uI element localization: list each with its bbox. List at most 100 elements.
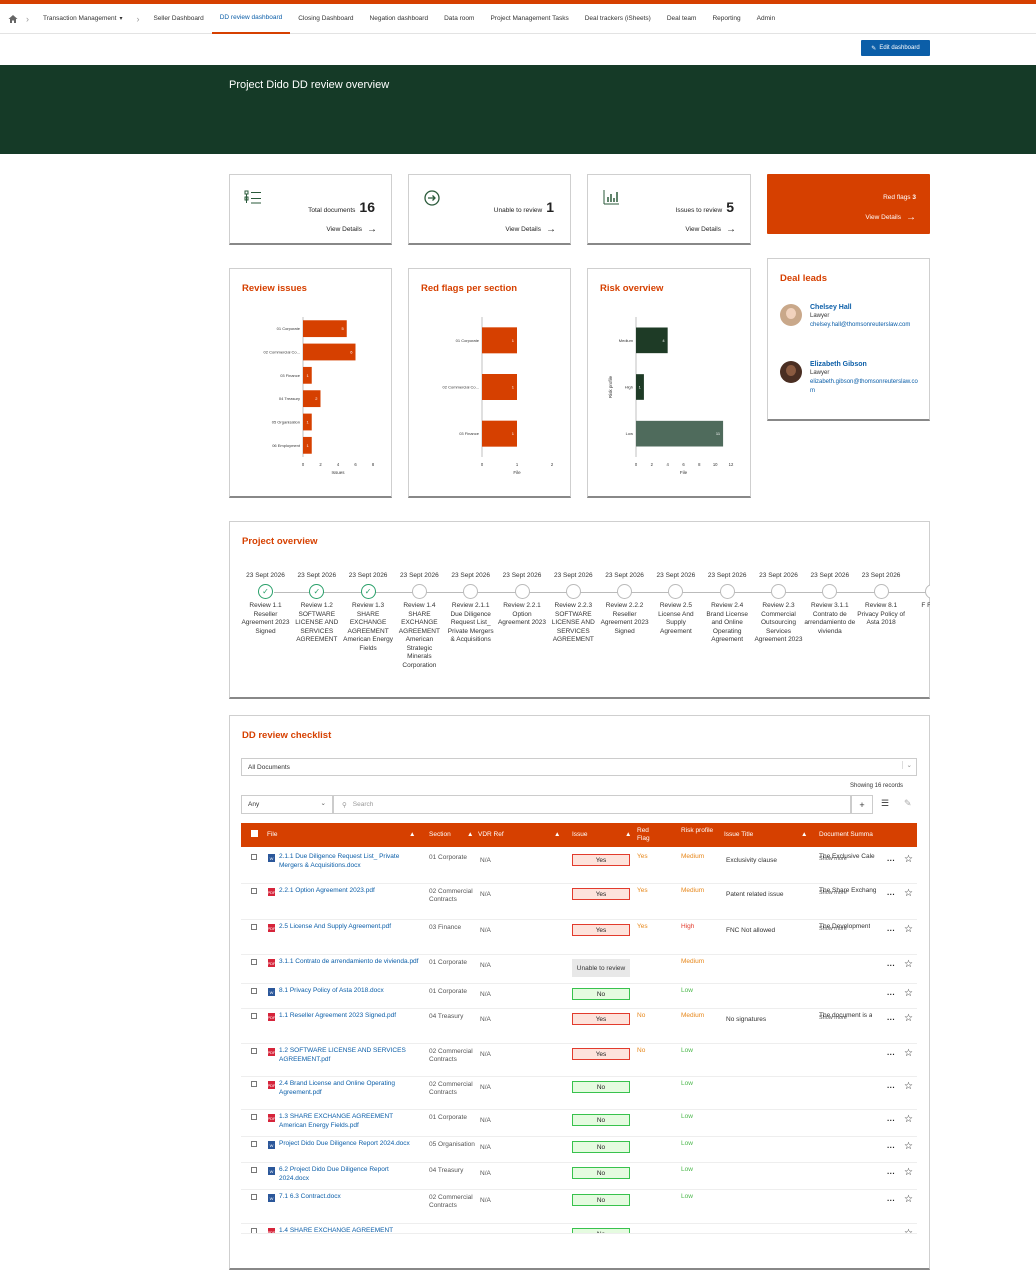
issue-badge[interactable]: Yes — [572, 1013, 630, 1025]
nav-closing-dashboard[interactable]: Closing Dashboard — [290, 4, 361, 34]
row-checkbox[interactable] — [251, 888, 257, 894]
row-checkbox[interactable] — [251, 959, 257, 965]
sort-icon[interactable]: ▲ — [801, 831, 807, 838]
view-details-link[interactable]: View Details → — [505, 224, 556, 235]
more-options-icon[interactable]: ··· — [887, 1143, 895, 1152]
timeline-item[interactable]: 23 Sept 2026 Review 2.1.1 Due Diligence … — [445, 572, 496, 645]
more-options-icon[interactable]: ··· — [887, 926, 895, 935]
row-checkbox[interactable] — [251, 1114, 257, 1120]
lead-email[interactable]: elizabeth.gibson@thomsonreuterslaw.com — [810, 378, 920, 396]
star-icon[interactable]: ☆ — [904, 1194, 913, 1205]
row-checkbox[interactable] — [251, 1013, 257, 1019]
col-red-flag[interactable]: Red Flag — [637, 827, 661, 843]
more-options-icon[interactable]: ··· — [887, 961, 895, 970]
issue-badge[interactable]: Yes — [572, 854, 630, 866]
file-link[interactable]: 1.3 SHARE EXCHANGE AGREEMENT American En… — [279, 1113, 419, 1130]
sort-icon[interactable]: ▲ — [625, 831, 631, 838]
add-button[interactable]: + — [851, 795, 873, 814]
col-file[interactable]: File — [267, 831, 277, 838]
edit-dashboard-button[interactable]: ✎ Edit dashboard — [861, 40, 930, 56]
issue-badge[interactable]: Yes — [572, 1048, 630, 1060]
select-all-checkbox[interactable] — [251, 830, 258, 837]
show-more-link[interactable]: Show more — [819, 856, 847, 862]
show-more-link[interactable]: Show more — [819, 1015, 847, 1021]
filter-list-icon[interactable]: ☰ — [881, 798, 889, 809]
file-link[interactable]: 1.4 SHARE EXCHANGE AGREEMENT — [279, 1227, 419, 1233]
col-document-summary[interactable]: Document Summa — [819, 831, 873, 838]
timeline-item[interactable]: 23 Sept 2026 Review 3.1.1 Contrato de ar… — [804, 572, 855, 636]
show-more-link[interactable]: Show more — [819, 890, 847, 896]
timeline-item[interactable]: 2 F F D F — [907, 572, 930, 611]
timeline-item[interactable]: 23 Sept 2026 ✓ Review 1.3 SHARE EXCHANGE… — [343, 572, 394, 653]
home-icon[interactable] — [6, 12, 20, 26]
sort-icon[interactable]: ▲ — [467, 831, 473, 838]
more-options-icon[interactable]: ··· — [887, 1050, 895, 1059]
row-checkbox[interactable] — [251, 988, 257, 994]
row-checkbox[interactable] — [251, 1228, 257, 1233]
star-icon[interactable]: ☆ — [904, 1048, 913, 1059]
col-section[interactable]: Section — [429, 831, 451, 838]
view-details-link[interactable]: View Details → — [865, 212, 916, 223]
search-input[interactable]: ⚲ Search — [333, 795, 851, 814]
file-link[interactable]: 2.2.1 Option Agreement 2023.pdf — [279, 887, 419, 896]
star-icon[interactable]: ☆ — [904, 988, 913, 999]
col-issue-title[interactable]: Issue Title — [724, 831, 753, 838]
nav-deal-trackers[interactable]: Deal trackers (iSheets) — [577, 4, 659, 34]
table-row[interactable]: PDF 2.5 License And Supply Agreement.pdf… — [241, 920, 917, 955]
table-row[interactable]: W 8.1 Privacy Policy of Asta 2018.docx 0… — [241, 984, 917, 1009]
star-icon[interactable]: ☆ — [904, 854, 913, 865]
file-link[interactable]: 2.5 License And Supply Agreement.pdf — [279, 923, 419, 932]
show-more-link[interactable]: Show more — [819, 926, 847, 932]
more-options-icon[interactable]: ··· — [887, 1169, 895, 1178]
star-icon[interactable]: ☆ — [904, 1081, 913, 1092]
table-row[interactable]: PDF 1.4 SHARE EXCHANGE AGREEMENT No ··· … — [241, 1224, 917, 1234]
timeline-item[interactable]: 23 Sept 2026 Review 2.2.2 Reseller Agree… — [599, 572, 650, 636]
timeline-item[interactable]: 23 Sept 2026 Review 2.2.1 Option Agreeme… — [497, 572, 548, 628]
more-options-icon[interactable]: ··· — [887, 890, 895, 899]
lead-name[interactable]: Elizabeth Gibson — [810, 361, 920, 368]
timeline-item[interactable]: 23 Sept 2026 Review 2.5 License And Supp… — [650, 572, 701, 636]
issue-badge[interactable]: No — [572, 1194, 630, 1206]
file-link[interactable]: 1.2 SOFTWARE LICENSE AND SERVICES AGREEM… — [279, 1047, 419, 1064]
file-link[interactable]: 8.1 Privacy Policy of Asta 2018.docx — [279, 987, 419, 996]
star-icon[interactable]: ☆ — [904, 924, 913, 935]
issue-badge[interactable]: Unable to review — [572, 959, 630, 977]
sort-icon[interactable]: ▲ — [409, 831, 415, 838]
col-vdr-ref[interactable]: VDR Ref — [478, 831, 504, 838]
nav-deal-team[interactable]: Deal team — [659, 4, 705, 34]
more-options-icon[interactable]: ··· — [887, 1116, 895, 1125]
file-link[interactable]: 2.1.1 Due Diligence Request List_ Privat… — [279, 853, 419, 870]
table-row[interactable]: W 6.2 Project Dido Due Diligence Report … — [241, 1163, 917, 1190]
documents-select[interactable]: All Documents ⌄ — [241, 758, 917, 776]
table-row[interactable]: W Project Dido Due Diligence Report 2024… — [241, 1137, 917, 1163]
col-risk-profile[interactable]: Risk profile — [681, 827, 715, 835]
row-checkbox[interactable] — [251, 924, 257, 930]
more-options-icon[interactable]: ··· — [887, 990, 895, 999]
star-icon[interactable]: ☆ — [904, 1228, 913, 1233]
more-options-icon[interactable]: ··· — [887, 1196, 895, 1205]
view-details-link[interactable]: View Details → — [685, 224, 736, 235]
issue-badge[interactable]: No — [572, 988, 630, 1000]
more-options-icon[interactable]: ··· — [887, 856, 895, 865]
issue-badge[interactable]: No — [572, 1114, 630, 1126]
table-row[interactable]: PDF 1.1 Reseller Agreement 2023 Signed.p… — [241, 1009, 917, 1044]
file-link[interactable]: Project Dido Due Diligence Report 2024.d… — [279, 1140, 419, 1149]
timeline-item[interactable]: 23 Sept 2026 Review 2.3 Commercial Outso… — [753, 572, 804, 645]
table-row[interactable]: PDF 2.4 Brand License and Online Operati… — [241, 1077, 917, 1110]
more-options-icon[interactable]: ··· — [887, 1083, 895, 1092]
file-link[interactable]: 3.1.1 Contrato de arrendamiento de vivie… — [279, 958, 419, 967]
nav-negation-dashboard[interactable]: Negation dashboard — [362, 4, 437, 34]
nav-project-management-tasks[interactable]: Project Management Tasks — [482, 4, 576, 34]
star-icon[interactable]: ☆ — [904, 959, 913, 970]
edit-icon[interactable]: ✎ — [904, 798, 912, 809]
issue-badge[interactable]: No — [572, 1167, 630, 1179]
nav-seller-dashboard[interactable]: Seller Dashboard — [145, 4, 211, 34]
table-row[interactable]: W 2.1.1 Due Diligence Request List_ Priv… — [241, 850, 917, 884]
lead-name[interactable]: Chelsey Hall — [810, 304, 920, 311]
issue-badge[interactable]: Yes — [572, 924, 630, 936]
table-row[interactable]: W 7.1 6.3 Contract.docx 02 Commercial Co… — [241, 1190, 917, 1224]
more-options-icon[interactable]: ··· — [887, 1230, 895, 1233]
issue-badge[interactable]: No — [572, 1081, 630, 1093]
lead-email[interactable]: chelsey.hall@thomsonreuterslaw.com — [810, 321, 920, 330]
timeline-item[interactable]: 23 Sept 2026 Review 8.1 Privacy Policy o… — [856, 572, 907, 628]
